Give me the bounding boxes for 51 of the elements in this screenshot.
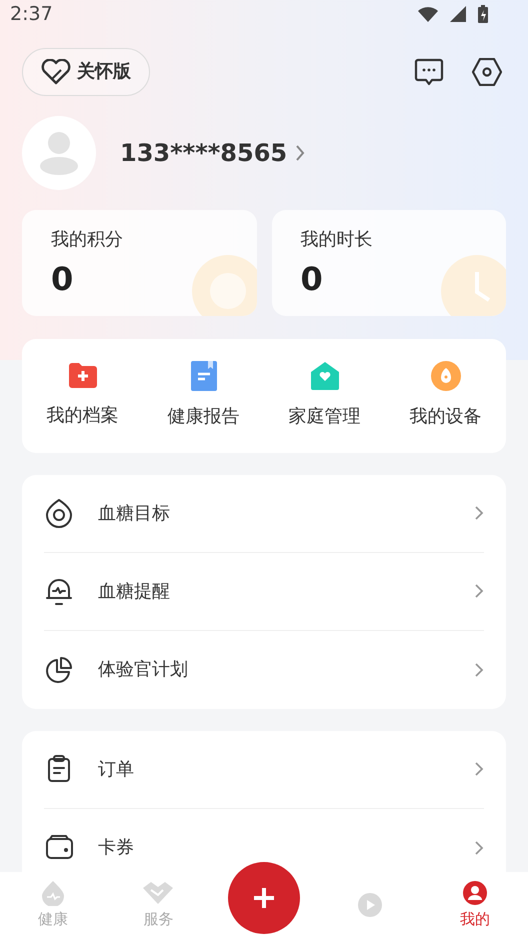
menu-row[interactable]: 卡券	[44, 808, 484, 872]
plus-icon	[252, 887, 275, 909]
target-icon	[44, 498, 74, 528]
signal-icon	[450, 6, 466, 22]
shortcut-label[interactable]: 我的设备	[410, 403, 482, 430]
status-time: 2:37	[10, 2, 53, 27]
stat-value: 0	[300, 258, 323, 298]
stat-card[interactable]: 我的积分 0	[22, 210, 256, 316]
chevron-right-icon	[474, 662, 484, 678]
menu-row[interactable]: 血糖目标	[44, 474, 484, 552]
chevron-right-icon	[474, 840, 484, 856]
house-heart-icon	[310, 361, 340, 391]
folder-icon	[66, 362, 98, 390]
stat-label: 我的时长	[300, 228, 374, 252]
menu-label: 卡券	[98, 836, 135, 860]
battery-icon	[478, 5, 488, 24]
pie-chart-icon	[44, 654, 74, 684]
menu-label: 订单	[98, 758, 135, 782]
stat-label: 我的积分	[51, 228, 124, 252]
chevron-right-icon	[474, 505, 484, 521]
message-icon[interactable]	[414, 58, 444, 86]
menu-row[interactable]: 血糖提醒	[44, 552, 484, 630]
notebook-icon	[190, 361, 216, 391]
shortcut-label[interactable]: 我的档案	[46, 402, 118, 429]
coin-icon	[190, 254, 256, 316]
person-silhouette-icon	[39, 130, 79, 174]
chevron-right-icon	[474, 761, 484, 777]
menu-row[interactable]: 订单	[44, 730, 484, 808]
menu-row[interactable]: 体验官计划	[44, 630, 484, 708]
settings-icon[interactable]	[472, 58, 502, 86]
phone-number-link[interactable]: 133****8565	[120, 134, 306, 170]
drop-icon	[40, 880, 66, 906]
heart-icon	[41, 58, 71, 84]
menu-label: 血糖目标	[98, 502, 171, 526]
bell-icon	[44, 576, 74, 606]
menu-label: 血糖提醒	[98, 580, 171, 604]
stat-card[interactable]: 我的时长 0	[272, 210, 506, 316]
person-icon	[462, 880, 488, 906]
play-icon	[356, 892, 383, 918]
clock-icon	[440, 254, 506, 316]
device-icon	[430, 361, 460, 391]
chevron-right-icon	[474, 583, 484, 599]
menu-label: 体验官计划	[98, 658, 189, 682]
care-mode-button[interactable]: 关怀版	[22, 48, 150, 96]
stat-value: 0	[51, 258, 74, 298]
handshake-icon	[141, 880, 176, 906]
shortcut-label[interactable]: 健康报告	[168, 403, 240, 430]
wifi-icon	[418, 6, 438, 22]
chevron-right-icon	[295, 144, 306, 162]
shortcut-label[interactable]: 家庭管理	[288, 403, 360, 430]
nav-tab[interactable]: 我的	[422, 880, 528, 930]
